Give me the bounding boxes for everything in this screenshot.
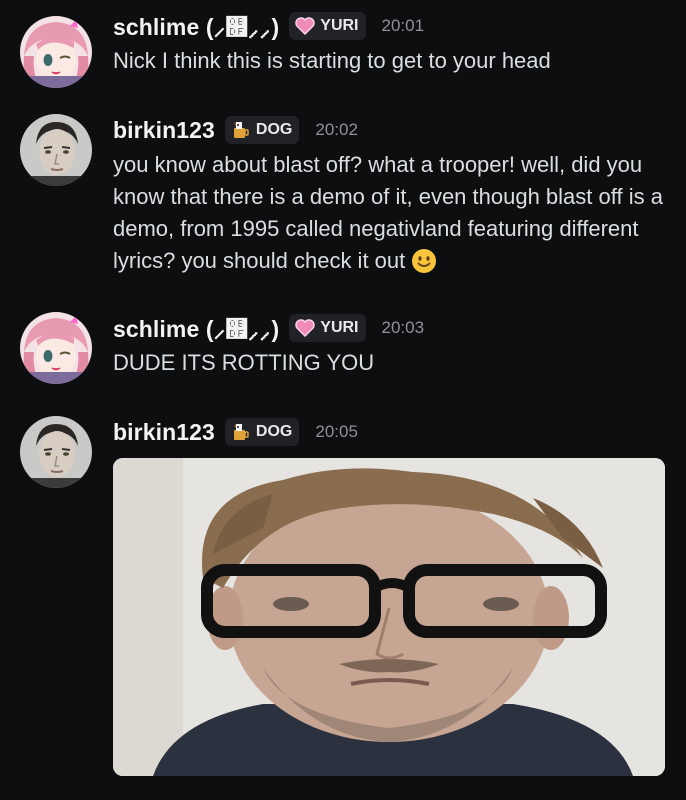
message-header: schlime (⸝௟⸝⸝) YURI 20:01: [113, 8, 668, 44]
message-text: DUDE ITS ROTTING YOU: [113, 350, 375, 375]
anime-avatar-icon: [20, 16, 92, 88]
timestamp: 20:05: [315, 422, 358, 441]
avatar[interactable]: [20, 114, 92, 186]
role-tag[interactable]: YURI: [289, 314, 366, 342]
role-tag[interactable]: DOG: [224, 116, 300, 144]
message-text: Nick I think this is starting to get to …: [113, 48, 551, 73]
username[interactable]: birkin123: [113, 117, 215, 144]
pink-heart-icon: [295, 17, 316, 35]
username[interactable]: birkin123: [113, 419, 215, 446]
role-tag[interactable]: YURI: [289, 12, 366, 40]
man-portrait-avatar-icon: [20, 114, 92, 186]
man-portrait-avatar-icon: [20, 416, 92, 488]
message-text: you know about blast off? what a trooper…: [113, 149, 668, 283]
role-label: YURI: [320, 319, 359, 336]
avatar[interactable]: [20, 416, 92, 488]
man-with-glasses-photo: [113, 458, 665, 776]
avatar[interactable]: [20, 16, 92, 88]
message-text-body: you know about blast off? what a trooper…: [113, 152, 663, 273]
message-header: schlime (⸝௟⸝⸝) YURI 20:03: [113, 310, 668, 346]
role-tag[interactable]: DOG: [224, 418, 300, 446]
username[interactable]: schlime (⸝௟⸝⸝): [113, 10, 279, 42]
role-label: DOG: [255, 423, 293, 440]
slightly-smiling-face-icon: [411, 248, 437, 283]
anime-avatar-icon: [20, 312, 92, 384]
message-header: birkin123 DOG 20:02: [113, 112, 668, 148]
timestamp: 20:01: [381, 16, 425, 35]
dog-mug-icon: [231, 422, 251, 442]
role-label: YURI: [320, 17, 359, 34]
chat-log: schlime (⸝௟⸝⸝) YURI 20:01 Nick I think t…: [0, 0, 686, 800]
timestamp: 20:03: [381, 318, 425, 337]
role-label: DOG: [255, 121, 293, 138]
timestamp: 20:02: [315, 120, 358, 139]
image-attachment[interactable]: [113, 458, 665, 776]
message-header: birkin123 DOG 20:05: [113, 414, 668, 450]
username[interactable]: schlime (⸝௟⸝⸝): [113, 312, 279, 344]
dog-mug-icon: [231, 120, 251, 140]
avatar[interactable]: [20, 312, 92, 384]
pink-heart-icon: [295, 319, 316, 337]
